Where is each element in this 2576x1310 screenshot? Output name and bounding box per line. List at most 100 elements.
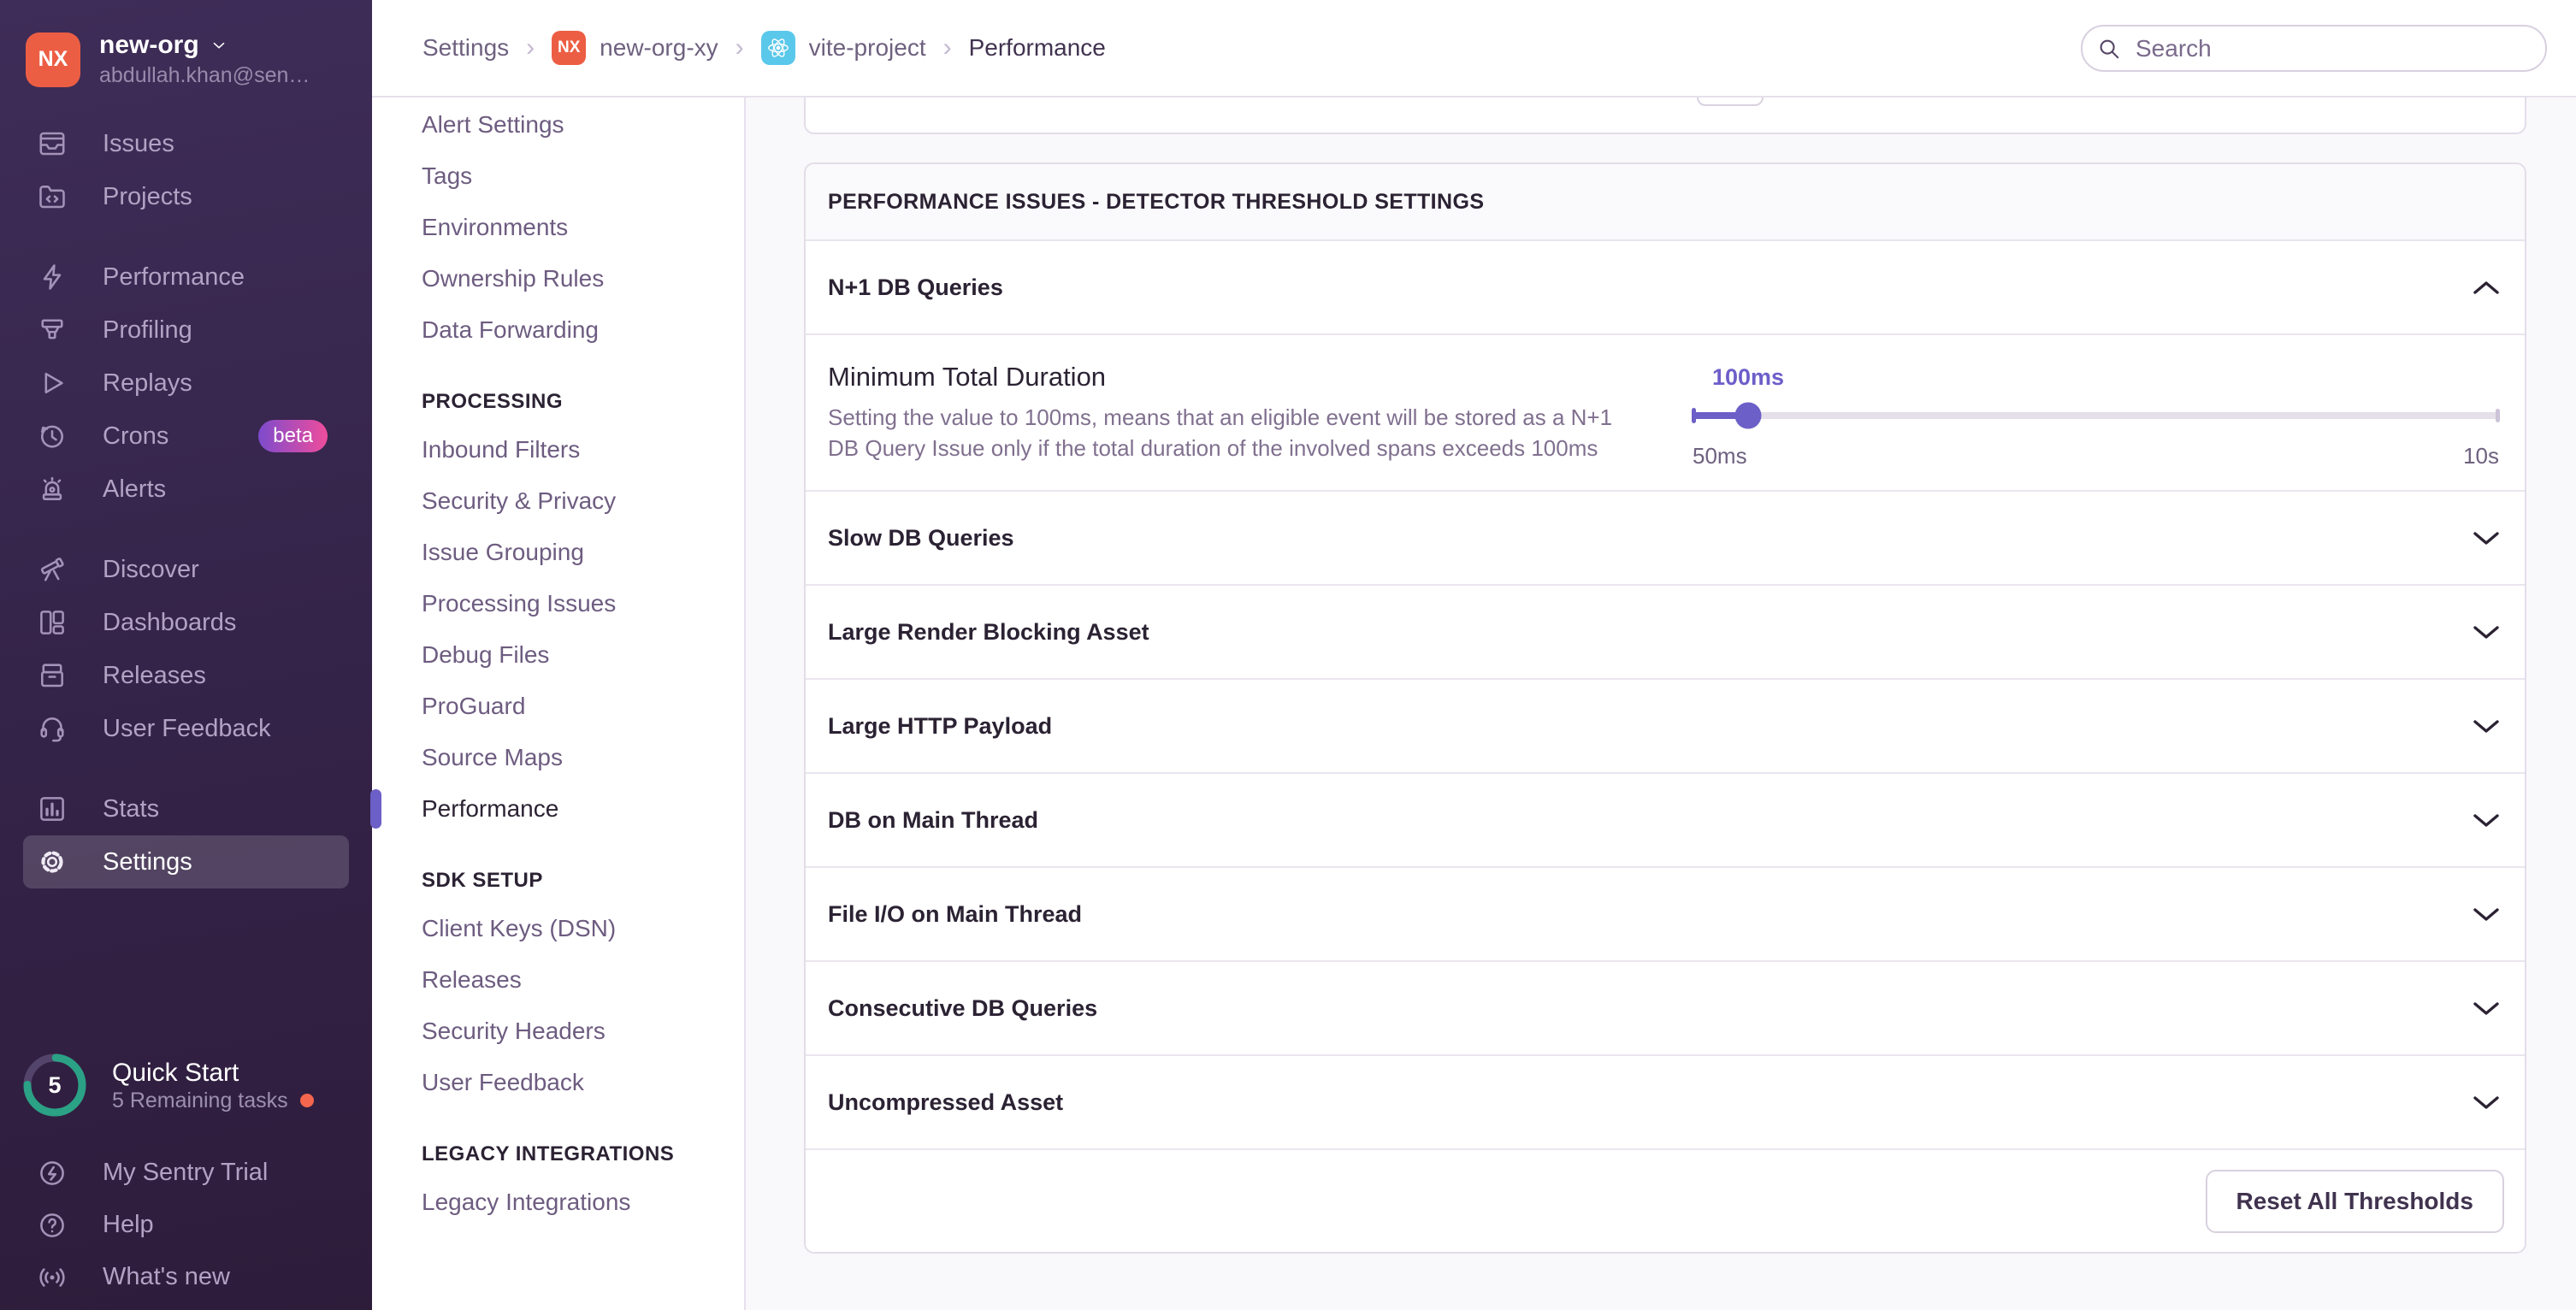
- setting-text: Minimum Total Duration Setting the value…: [828, 361, 1666, 463]
- settings-nav-releases[interactable]: Releases: [372, 954, 744, 1006]
- accordion-slow-db-queries[interactable]: Slow DB Queries: [806, 492, 2525, 586]
- breadcrumb: Settings › NX new-org-xy ›: [422, 31, 1106, 65]
- sidebar-item-settings[interactable]: Settings: [23, 835, 349, 888]
- chevron-down-icon: [2473, 1001, 2499, 1016]
- quick-start-subtitle: 5 Remaining tasks: [112, 1089, 288, 1113]
- quick-start[interactable]: 5 Quick Start 5 Remaining tasks: [0, 1042, 372, 1128]
- minimum-total-duration-setting: Minimum Total Duration Setting the value…: [806, 335, 2525, 492]
- topbar: Settings › NX new-org-xy ›: [372, 0, 2576, 97]
- notification-dot: [300, 1094, 314, 1107]
- slider-value-label: 100ms: [1712, 364, 1784, 391]
- breadcrumb-separator: ›: [943, 33, 952, 62]
- settings-nav-security-privacy[interactable]: Security & Privacy: [372, 475, 744, 527]
- accordion-large-http-payload[interactable]: Large HTTP Payload: [806, 680, 2525, 774]
- settings-nav-environments[interactable]: Environments: [372, 202, 744, 253]
- org-name: new-org: [99, 31, 199, 60]
- search-input[interactable]: [2081, 25, 2547, 72]
- accordion-n1-db-queries[interactable]: N+1 DB Queries: [806, 241, 2525, 335]
- sidebar-item-crons[interactable]: Crons beta: [0, 410, 372, 463]
- nav-section-gap: [0, 755, 372, 782]
- sidebar-item-label: What's new: [103, 1263, 230, 1291]
- profiling-icon: [37, 315, 68, 345]
- settings-nav-ownership-rules[interactable]: Ownership Rules: [372, 253, 744, 304]
- quick-start-count: 5: [21, 1052, 88, 1118]
- settings-nav-performance[interactable]: Performance: [372, 783, 744, 835]
- quick-start-text: Quick Start 5 Remaining tasks: [112, 1058, 314, 1113]
- chevron-down-icon: [2473, 907, 2499, 922]
- clipped-control: [1697, 97, 1764, 106]
- sidebar-item-my-sentry-trial[interactable]: My Sentry Trial: [0, 1147, 372, 1199]
- sidebar-item-releases[interactable]: Releases: [0, 649, 372, 702]
- settings-nav-legacy-integrations[interactable]: Legacy Integrations: [372, 1177, 744, 1228]
- accordion-consecutive-db-queries[interactable]: Consecutive DB Queries: [806, 962, 2525, 1056]
- slider-min-label: 50ms: [1693, 443, 1747, 469]
- breadcrumb-org[interactable]: NX new-org-xy: [552, 31, 718, 65]
- sidebar-item-discover[interactable]: Discover: [0, 543, 372, 596]
- sidebar-item-label: Alerts: [103, 475, 166, 504]
- react-project-icon: [761, 31, 795, 65]
- sidebar-item-whats-new[interactable]: What's new: [0, 1251, 372, 1303]
- primary-sidebar: NX new-org abdullah.khan@sen… Issues Pro…: [0, 0, 372, 1310]
- settings-nav-tags[interactable]: Tags: [372, 150, 744, 202]
- settings-nav-proguard[interactable]: ProGuard: [372, 681, 744, 732]
- search-box: [2081, 25, 2547, 72]
- settings-nav-debug-files[interactable]: Debug Files: [372, 629, 744, 681]
- quick-start-progress-ring: 5: [21, 1052, 88, 1118]
- sidebar-item-stats[interactable]: Stats: [0, 782, 372, 835]
- org-badge: NX: [552, 31, 586, 65]
- settings-nav-issue-grouping[interactable]: Issue Grouping: [372, 527, 744, 578]
- slider-right-cap: [2496, 409, 2500, 422]
- settings-nav-header-sdk-setup: SDK SETUP: [372, 855, 744, 903]
- settings-nav-inbound-filters[interactable]: Inbound Filters: [372, 424, 744, 475]
- body-row: Alert Settings Tags Environments Ownersh…: [372, 97, 2576, 1310]
- trial-icon: [37, 1158, 68, 1189]
- discover-icon: [37, 554, 68, 585]
- releases-icon: [37, 660, 68, 691]
- settings-nav-user-feedback[interactable]: User Feedback: [372, 1057, 744, 1108]
- sidebar-item-label: Dashboards: [103, 609, 236, 637]
- settings-nav-alert-settings[interactable]: Alert Settings: [372, 99, 744, 150]
- breadcrumb-project-label: vite-project: [809, 34, 926, 62]
- settings-nav-security-headers[interactable]: Security Headers: [372, 1006, 744, 1057]
- accordion-large-render-blocking-asset[interactable]: Large Render Blocking Asset: [806, 586, 2525, 680]
- sidebar-item-profiling[interactable]: Profiling: [0, 304, 372, 357]
- sidebar-item-performance[interactable]: Performance: [0, 251, 372, 304]
- sidebar-item-label: Projects: [103, 183, 192, 211]
- accordion-file-io-on-main-thread[interactable]: File I/O on Main Thread: [806, 868, 2525, 962]
- sidebar-item-user-feedback[interactable]: User Feedback: [0, 702, 372, 755]
- nav-section-gap: [0, 516, 372, 543]
- accordion-db-on-main-thread[interactable]: DB on Main Thread: [806, 774, 2525, 868]
- chevron-down-icon: [2473, 625, 2499, 640]
- user-feedback-icon: [37, 713, 68, 744]
- slider-track[interactable]: [1693, 412, 2499, 419]
- chevron-down-icon: [2473, 531, 2499, 546]
- sidebar-item-help[interactable]: Help: [0, 1199, 372, 1251]
- search-icon: [2096, 36, 2122, 62]
- chevron-down-icon: [2473, 1095, 2499, 1110]
- breadcrumb-page: Performance: [969, 34, 1106, 62]
- sidebar-item-alerts[interactable]: Alerts: [0, 463, 372, 516]
- org-switcher[interactable]: NX new-org abdullah.khan@sen…: [0, 0, 372, 88]
- breadcrumb-settings[interactable]: Settings: [422, 34, 509, 62]
- setting-label: Minimum Total Duration: [828, 361, 1666, 393]
- sidebar-item-issues[interactable]: Issues: [0, 117, 372, 170]
- main-content: PERFORMANCE ISSUES - DETECTOR THRESHOLD …: [746, 97, 2576, 1310]
- sidebar-item-projects[interactable]: Projects: [0, 170, 372, 223]
- accordion-uncompressed-asset[interactable]: Uncompressed Asset: [806, 1056, 2525, 1150]
- whats-new-icon: [37, 1262, 68, 1293]
- sidebar-item-dashboards[interactable]: Dashboards: [0, 596, 372, 649]
- chevron-down-icon: [2473, 813, 2499, 828]
- settings-nav-source-maps[interactable]: Source Maps: [372, 732, 744, 783]
- reset-all-thresholds-button[interactable]: Reset All Thresholds: [2206, 1170, 2504, 1233]
- settings-nav-header-processing: PROCESSING: [372, 376, 744, 424]
- sidebar-item-label: Releases: [103, 662, 206, 690]
- settings-nav-processing-issues[interactable]: Processing Issues: [372, 578, 744, 629]
- right-column: Settings › NX new-org-xy ›: [372, 0, 2576, 1310]
- settings-nav-data-forwarding[interactable]: Data Forwarding: [372, 304, 744, 356]
- settings-nav-client-keys[interactable]: Client Keys (DSN): [372, 903, 744, 954]
- primary-nav: Issues Projects Performance Profiling Re…: [0, 117, 372, 888]
- sidebar-item-replays[interactable]: Replays: [0, 357, 372, 410]
- slider-handle[interactable]: [1735, 403, 1762, 429]
- breadcrumb-project[interactable]: vite-project: [761, 31, 926, 65]
- org-email: abdullah.khan@sen…: [99, 63, 310, 88]
